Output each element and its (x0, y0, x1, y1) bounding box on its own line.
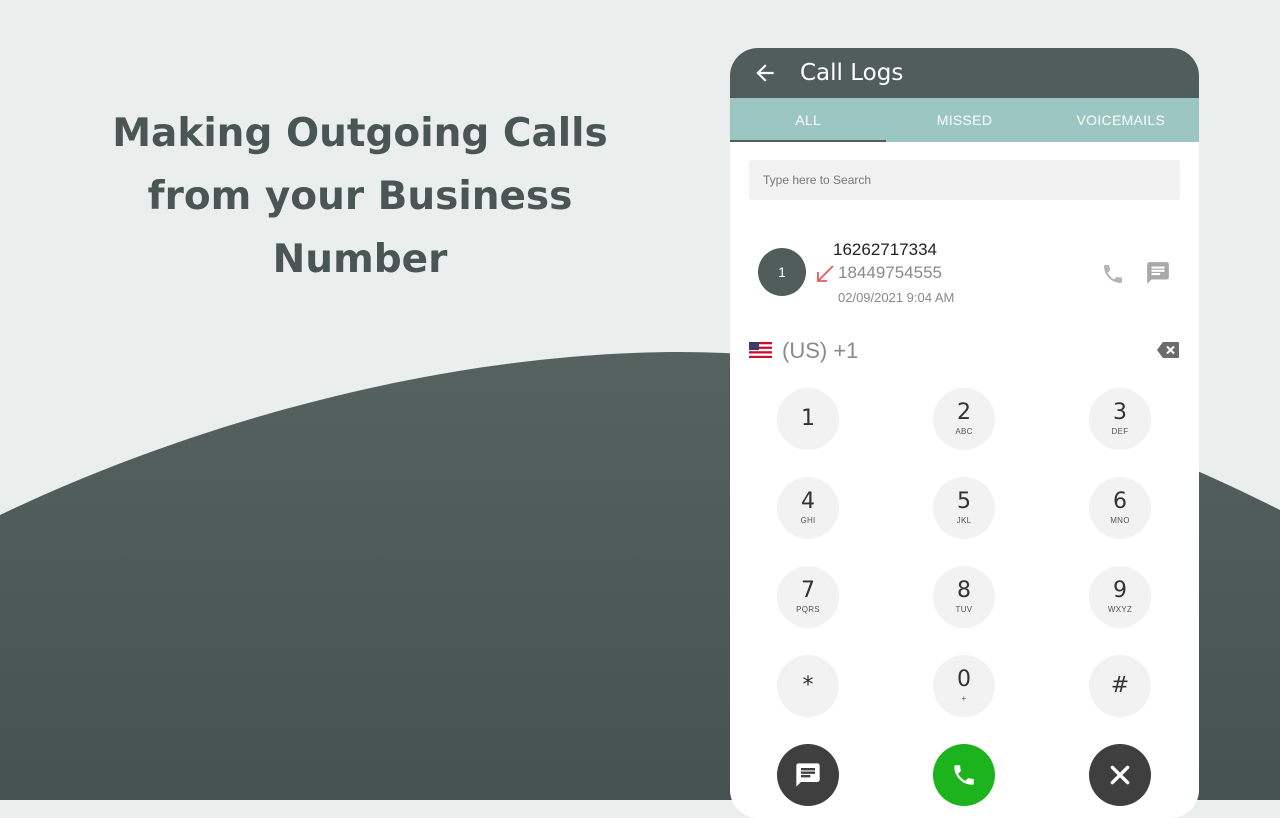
key-6[interactable]: 6 MNO (1089, 477, 1151, 539)
key-9[interactable]: 9 WXYZ (1089, 566, 1151, 628)
message-icon (796, 763, 820, 787)
search-input[interactable] (749, 160, 1180, 200)
key-letters: PQRS (796, 605, 820, 614)
call-log-secondary-number: 18449754555 (838, 263, 943, 282)
key-digit: 2 (957, 400, 971, 425)
app-bar: Call Logs (730, 48, 1199, 98)
phone-icon (1104, 265, 1122, 283)
key-digit: 8 (957, 578, 971, 603)
message-icon (1147, 262, 1169, 284)
key-5[interactable]: 5 JKL (933, 477, 995, 539)
key-letters: JKL (956, 516, 972, 525)
headline-line-2: from your Business (147, 174, 573, 219)
key-digit: 3 (1113, 400, 1127, 425)
dial-input[interactable]: (US) +1 (730, 336, 1199, 366)
key-digit: 1 (801, 406, 815, 431)
key-letters: ABC (955, 427, 973, 436)
call-log-item[interactable]: 1 16262717334 18449754555 02/09/2021 9:0… (730, 233, 1199, 313)
key-digit: 5 (957, 489, 971, 514)
phone-icon (954, 765, 974, 785)
back-button[interactable] (730, 48, 800, 98)
call-back-button[interactable] (1098, 259, 1128, 289)
key-digit: * (802, 673, 814, 698)
backspace-icon (1157, 342, 1179, 358)
key-7[interactable]: 7 PQRS (777, 566, 839, 628)
tab-bar: ALL MISSED VOICEMAILS (730, 98, 1199, 142)
backspace-button[interactable] (1155, 339, 1181, 361)
key-letters: MNO (1110, 516, 1130, 525)
key-8[interactable]: 8 TUV (933, 566, 995, 628)
key-2[interactable]: 2 ABC (933, 388, 995, 450)
tab-all[interactable]: ALL (730, 98, 887, 142)
tab-voicemails[interactable]: VOICEMAILS (1043, 98, 1199, 142)
key-letters: + (961, 694, 967, 703)
call-button[interactable] (933, 744, 995, 806)
message-button[interactable] (777, 744, 839, 806)
key-digit: # (1110, 673, 1130, 698)
country-code-prefix: (US) +1 (782, 338, 859, 363)
back-arrow-icon (756, 64, 774, 82)
key-digit: 7 (801, 578, 815, 603)
key-0[interactable]: 0 + (933, 655, 995, 717)
headline: Making Outgoing Calls from your Business… (60, 102, 660, 291)
headline-line-3: Number (272, 237, 448, 282)
key-3[interactable]: 3 DEF (1089, 388, 1151, 450)
key-1[interactable]: 1 (777, 388, 839, 450)
clear-button[interactable] (1089, 744, 1151, 806)
page-title: Call Logs (800, 60, 904, 86)
tab-missed[interactable]: MISSED (886, 98, 1042, 142)
key-hash[interactable]: # (1089, 655, 1151, 717)
close-icon (1110, 765, 1130, 785)
avatar: 1 (758, 248, 806, 296)
headline-line-1: Making Outgoing Calls (112, 111, 608, 156)
search-bar (730, 142, 1199, 200)
call-log-primary-number: 16262717334 (833, 240, 938, 259)
send-message-button[interactable] (1142, 257, 1174, 289)
key-4[interactable]: 4 GHI (777, 477, 839, 539)
key-digit: 9 (1113, 578, 1127, 603)
incoming-call-arrow-icon (817, 265, 834, 282)
key-letters: WXYZ (1107, 605, 1133, 614)
us-flag-icon (749, 342, 772, 358)
key-digit: 6 (1113, 489, 1127, 514)
phone-screen: Call Logs ALL MISSED VOICEMAILS 1 162627… (730, 48, 1199, 818)
key-letters: DEF (1111, 427, 1129, 436)
key-digit: 0 (957, 667, 971, 692)
key-letters: GHI (800, 516, 816, 525)
key-star[interactable]: * (777, 655, 839, 717)
call-log-timestamp: 02/09/2021 9:04 AM (838, 290, 955, 305)
key-digit: 4 (801, 489, 815, 514)
key-letters: TUV (955, 605, 973, 614)
